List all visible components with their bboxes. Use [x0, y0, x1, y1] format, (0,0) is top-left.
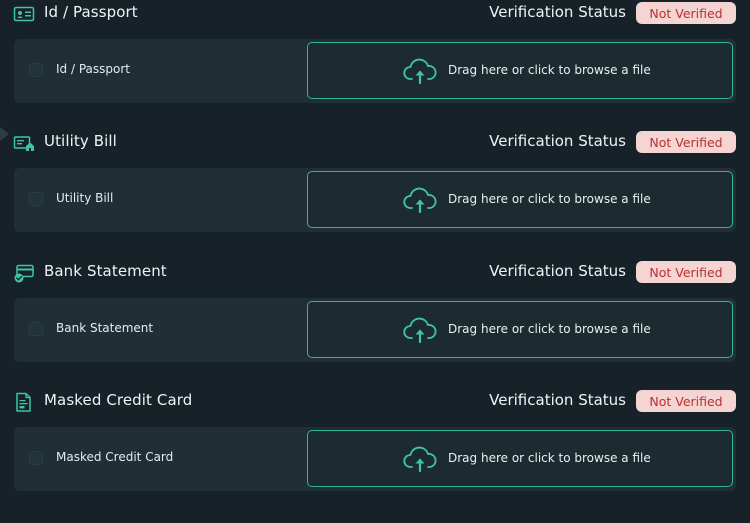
section-title: Utility Bill [44, 132, 117, 150]
cloud-upload-icon [403, 58, 437, 85]
section-masked-credit-card: Masked Credit Card Verification Status N… [0, 389, 750, 491]
upload-card: Bank Statement Drag here or click to bro… [14, 298, 736, 362]
section-header: Utility Bill Verification Status Not Ver… [0, 130, 750, 156]
card-label: Id / Passport [56, 62, 130, 76]
status-badge: Not Verified [636, 261, 736, 283]
upload-card: Masked Credit Card Drag here or click to… [14, 427, 736, 491]
select-checkbox[interactable] [29, 63, 43, 77]
verification-status-label: Verification Status [489, 132, 626, 150]
section-header: Bank Statement Verification Status Not V… [0, 260, 750, 286]
section-utility-bill: Utility Bill Verification Status Not Ver… [0, 130, 750, 232]
section-title: Id / Passport [44, 3, 138, 21]
select-checkbox[interactable] [29, 322, 43, 336]
file-dropzone[interactable]: Drag here or click to browse a file [307, 301, 733, 358]
status-badge: Not Verified [636, 2, 736, 24]
id-card-icon [13, 6, 35, 22]
section-header: Id / Passport Verification Status Not Ve… [0, 1, 750, 27]
status-badge: Not Verified [636, 131, 736, 153]
verification-status-label: Verification Status [489, 391, 626, 409]
utility-bill-icon [13, 136, 34, 151]
file-dropzone[interactable]: Drag here or click to browse a file [307, 430, 733, 487]
file-dropzone[interactable]: Drag here or click to browse a file [307, 42, 733, 99]
verification-status-label: Verification Status [489, 3, 626, 21]
select-checkbox[interactable] [29, 451, 43, 465]
document-verification-page: Id / Passport Verification Status Not Ve… [0, 0, 750, 523]
bank-card-icon [14, 264, 34, 283]
dropzone-text: Drag here or click to browse a file [448, 192, 651, 206]
dropzone-text: Drag here or click to browse a file [448, 451, 651, 465]
select-checkbox[interactable] [29, 192, 43, 206]
status-badge: Not Verified [636, 390, 736, 412]
section-header: Masked Credit Card Verification Status N… [0, 389, 750, 415]
card-label: Bank Statement [56, 321, 154, 335]
dropzone-text: Drag here or click to browse a file [448, 322, 651, 336]
document-icon [16, 392, 31, 412]
card-label: Utility Bill [56, 191, 114, 205]
cloud-upload-icon [403, 446, 437, 473]
verification-status-label: Verification Status [489, 262, 626, 280]
section-title: Masked Credit Card [44, 391, 193, 409]
section-bank-statement: Bank Statement Verification Status Not V… [0, 260, 750, 362]
upload-card: Utility Bill Drag here or click to brows… [14, 168, 736, 232]
dropzone-text: Drag here or click to browse a file [448, 63, 651, 77]
section-title: Bank Statement [44, 262, 167, 280]
file-dropzone[interactable]: Drag here or click to browse a file [307, 171, 733, 228]
upload-card: Id / Passport Drag here or click to brow… [14, 39, 736, 103]
cloud-upload-icon [403, 187, 437, 214]
section-id-passport: Id / Passport Verification Status Not Ve… [0, 1, 750, 103]
cloud-upload-icon [403, 317, 437, 344]
card-label: Masked Credit Card [56, 450, 174, 464]
